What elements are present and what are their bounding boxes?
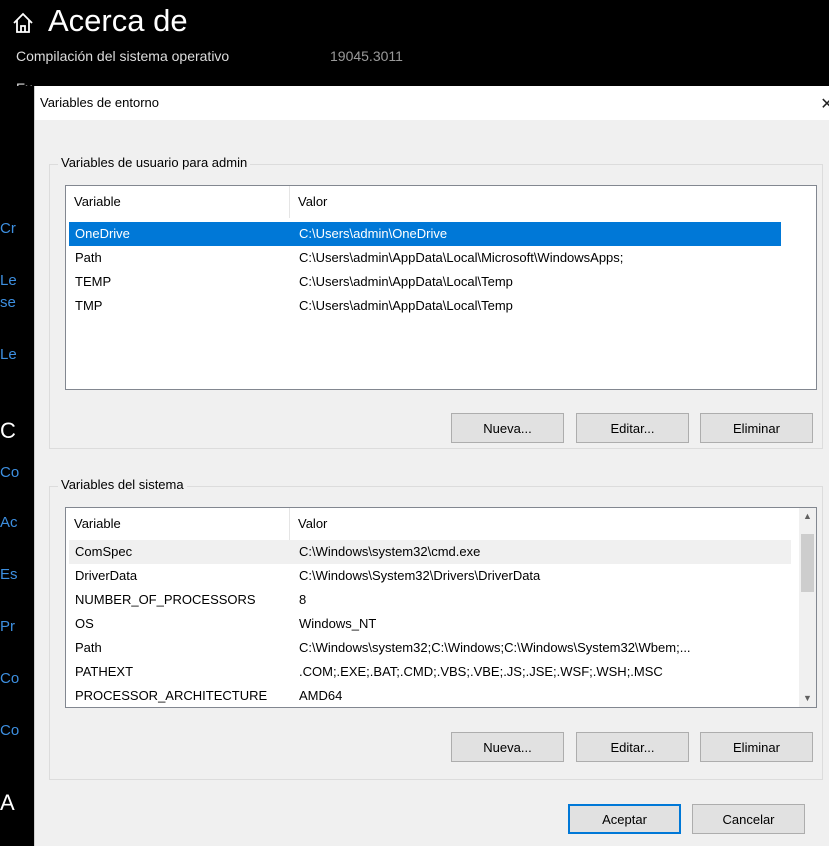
settings-link-fragment[interactable]: Cr <box>0 220 16 237</box>
variable-name: PATHEXT <box>75 664 134 679</box>
variable-name: DriverData <box>75 568 138 583</box>
user-variables-list[interactable]: Variable Valor OneDrive C:\Users\admin\O… <box>65 185 817 390</box>
ok-button[interactable]: Aceptar <box>568 804 681 834</box>
variable-name: TMP <box>75 298 103 313</box>
list-header: Variable Valor <box>66 186 816 218</box>
variable-name: OneDrive <box>75 226 130 241</box>
user-edit-button[interactable]: Editar... <box>576 413 689 443</box>
settings-link-fragment[interactable]: Co <box>0 464 19 481</box>
settings-heading-fragment: C <box>0 418 16 443</box>
os-build-label: Compilación del sistema operativo <box>16 48 230 64</box>
scroll-up-arrow-icon[interactable]: ▲ <box>799 508 816 525</box>
settings-link-fragment[interactable]: Co <box>0 722 19 739</box>
table-row[interactable]: OS Windows_NT <box>69 612 791 636</box>
variable-value: C:\Windows\system32\cmd.exe <box>299 544 481 559</box>
settings-link-fragment[interactable]: Es <box>0 566 18 583</box>
variable-value: C:\Windows\System32\Drivers\DriverData <box>299 568 541 583</box>
variable-name: OS <box>75 616 94 631</box>
table-row[interactable]: NUMBER_OF_PROCESSORS 8 <box>69 588 791 612</box>
dialog-title: Variables de entorno <box>40 95 160 110</box>
column-header-variable[interactable]: Variable <box>66 508 290 540</box>
page-title: Acerca de <box>48 3 188 38</box>
table-row[interactable]: ComSpec C:\Windows\system32\cmd.exe <box>69 540 791 564</box>
variable-value: C:\Users\admin\AppData\Local\Temp <box>299 298 513 313</box>
variable-name: NUMBER_OF_PROCESSORS <box>75 592 256 607</box>
variable-name: Path <box>75 250 102 265</box>
variable-value: C:\Users\admin\OneDrive <box>299 226 448 241</box>
settings-link-fragment[interactable]: Co <box>0 670 19 687</box>
variable-name: PROCESSOR_ARCHITECTURE <box>75 688 268 703</box>
variable-value: Windows_NT <box>299 616 377 631</box>
os-build-value: 19045.3011 <box>330 48 403 64</box>
user-delete-button[interactable]: Eliminar <box>700 413 813 443</box>
cancel-button[interactable]: Cancelar <box>692 804 805 834</box>
close-button[interactable]: ✕ <box>815 90 829 116</box>
variable-value: AMD64 <box>299 688 343 703</box>
table-row[interactable]: TEMP C:\Users\admin\AppData\Local\Temp <box>69 270 781 294</box>
user-variables-group-label: Variables de usuario para admin <box>58 155 251 170</box>
scrollbar-thumb[interactable] <box>801 534 814 592</box>
settings-link-fragment[interactable]: Ac <box>0 514 18 531</box>
home-icon[interactable] <box>8 8 38 38</box>
list-header: Variable Valor <box>66 508 816 540</box>
variable-value: C:\Users\admin\AppData\Local\Microsoft\W… <box>299 250 624 265</box>
table-row[interactable]: PROCESSOR_ARCHITECTURE AMD64 <box>69 684 791 707</box>
column-header-variable[interactable]: Variable <box>66 186 290 218</box>
settings-link-fragment[interactable]: se <box>0 294 16 311</box>
variable-name: ComSpec <box>75 544 133 559</box>
table-row[interactable]: Path C:\Windows\system32;C:\Windows;C:\W… <box>69 636 791 660</box>
variable-value: C:\Windows\system32;C:\Windows;C:\Window… <box>299 640 691 655</box>
system-new-button[interactable]: Nueva... <box>451 732 564 762</box>
variable-value: 8 <box>299 592 307 607</box>
settings-link-fragment[interactable]: Pr <box>0 618 15 635</box>
system-variables-list[interactable]: Variable Valor ComSpec C:\Windows\system… <box>65 507 817 708</box>
variable-name: Path <box>75 640 102 655</box>
table-row[interactable]: OneDrive C:\Users\admin\OneDrive <box>69 222 781 246</box>
column-header-value[interactable]: Valor <box>290 186 810 218</box>
user-new-button[interactable]: Nueva... <box>451 413 564 443</box>
system-variables-group-label: Variables del sistema <box>58 477 187 492</box>
column-header-value[interactable]: Valor <box>290 508 810 540</box>
table-row[interactable]: PATHEXT .COM;.EXE;.BAT;.CMD;.VBS;.VBE;.J… <box>69 660 791 684</box>
system-edit-button[interactable]: Editar... <box>576 732 689 762</box>
environment-variables-dialog: Variables de entorno ✕ Variables de usua… <box>34 86 829 846</box>
variable-value: .COM;.EXE;.BAT;.CMD;.VBS;.VBE;.JS;.JSE;.… <box>299 664 663 679</box>
table-row[interactable]: Path C:\Users\admin\AppData\Local\Micros… <box>69 246 781 270</box>
dialog-titlebar[interactable]: Variables de entorno ✕ <box>35 86 829 120</box>
vertical-scrollbar[interactable]: ▲ ▼ <box>799 508 816 707</box>
settings-heading-fragment: A <box>0 790 15 815</box>
variable-name: TEMP <box>75 274 112 289</box>
table-row[interactable]: TMP C:\Users\admin\AppData\Local\Temp <box>69 294 781 318</box>
settings-left-strip: Cr Le se Le C Co Ac Es Pr Co Co A <box>0 86 34 834</box>
settings-header: Acerca de <box>0 0 829 52</box>
settings-link-fragment[interactable]: Le <box>0 346 17 363</box>
variable-value: C:\Users\admin\AppData\Local\Temp <box>299 274 513 289</box>
system-delete-button[interactable]: Eliminar <box>700 732 813 762</box>
table-row[interactable]: DriverData C:\Windows\System32\Drivers\D… <box>69 564 791 588</box>
scroll-down-arrow-icon[interactable]: ▼ <box>799 690 816 707</box>
settings-link-fragment[interactable]: Le <box>0 272 17 289</box>
